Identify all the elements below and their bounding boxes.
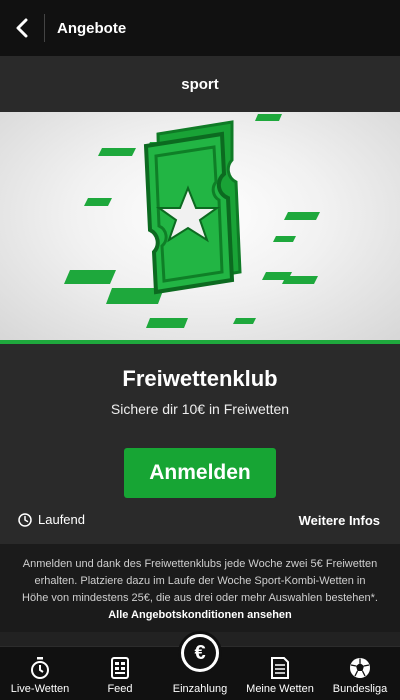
header-divider (44, 14, 45, 42)
football-icon (350, 658, 370, 678)
bottom-tab-bar: Live-Wetten Feed € Einzahlung Meine Wett… (0, 631, 400, 700)
top-app-bar: Angebote (0, 0, 400, 56)
feed-icon (111, 657, 129, 679)
section-header: sport (0, 56, 400, 112)
tab-label: Meine Wetten (246, 683, 314, 695)
promo-subtitle: Sichere dir 10€ in Freiwetten (110, 401, 290, 417)
terms-link[interactable]: Alle Angebotskonditionen ansehen (108, 609, 292, 621)
promo-banner (0, 112, 400, 340)
promo-status: Laufend (18, 512, 85, 527)
ticket-star-illustration (64, 114, 320, 328)
page-title: Angebote (57, 19, 127, 37)
euro-icon: € (178, 631, 222, 675)
tab-feed[interactable]: Feed (80, 647, 160, 700)
status-label: Laufend (38, 512, 85, 527)
promo-content: Freiwettenklub Sichere dir 10€ in Freiwe… (0, 344, 400, 544)
more-info-link[interactable]: Weitere Infos (299, 513, 380, 528)
section-title: sport (181, 75, 219, 93)
tab-live-wetten[interactable]: Live-Wetten (0, 647, 80, 700)
tab-einzahlung[interactable]: € Einzahlung (160, 631, 240, 700)
tab-label: Live-Wetten (10, 683, 70, 695)
promo-title: Freiwettenklub (122, 366, 278, 391)
terms-box: Anmelden und dank des Freiwettenklubs je… (0, 544, 400, 632)
back-button[interactable] (0, 0, 44, 56)
chevron-left-icon (16, 18, 28, 38)
tab-bundesliga[interactable]: Bundesliga (320, 647, 400, 700)
tab-label: Feed (107, 683, 133, 695)
clock-icon (18, 512, 32, 527)
tab-label: Bundesliga (332, 683, 388, 695)
signup-button[interactable]: Anmelden (124, 448, 276, 498)
betslip-icon (271, 657, 289, 679)
tab-label: Einzahlung (172, 683, 228, 695)
terms-text: Anmelden und dank des Freiwettenklubs je… (22, 558, 378, 604)
tab-meine-wetten[interactable]: Meine Wetten (240, 647, 320, 700)
stopwatch-icon (31, 657, 49, 679)
